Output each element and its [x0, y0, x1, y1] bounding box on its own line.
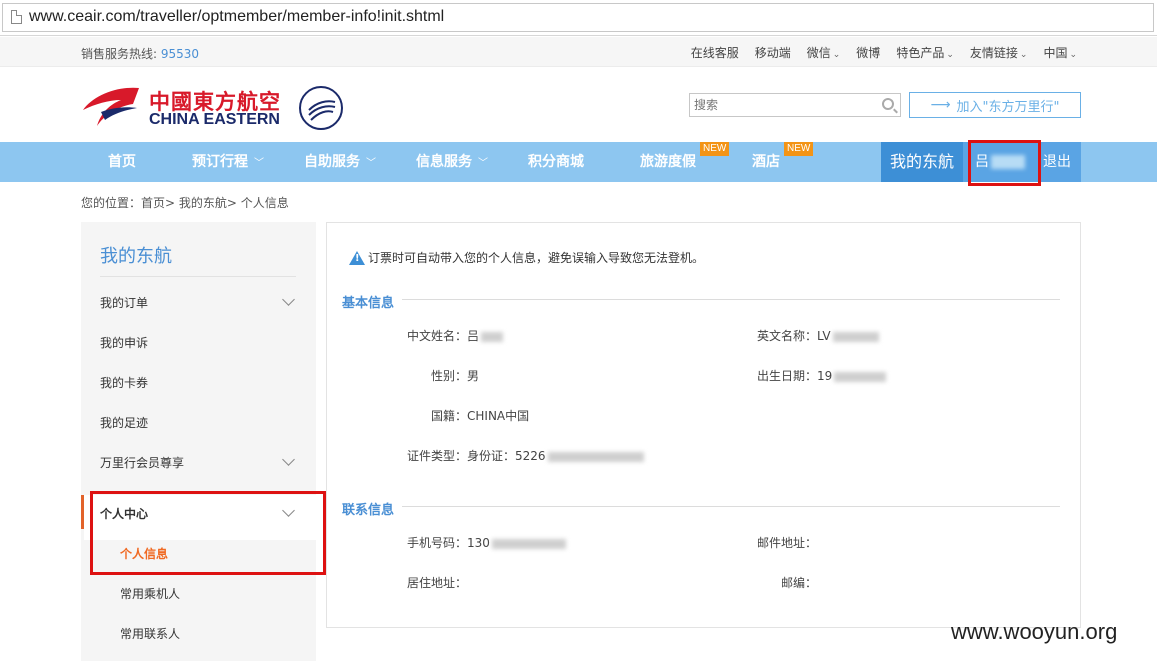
nav-home[interactable]: 首页 [108, 142, 136, 182]
new-badge: NEW [784, 142, 814, 156]
url-text[interactable]: www.ceair.com/traveller/optmember/member… [29, 8, 444, 26]
new-badge: NEW [700, 142, 730, 156]
hotline-label: 销售服务热线: [81, 47, 158, 61]
field-id-document: 证件类型：身份证：5226 [407, 447, 644, 464]
redacted-text [832, 331, 879, 342]
sidebar-item-orders[interactable]: 我的订单 [100, 294, 148, 311]
sidebar-title: 我的东航 [100, 246, 172, 267]
logout-link[interactable]: 退出 [1043, 142, 1071, 182]
link-weibo[interactable]: 微博 [856, 44, 880, 61]
field-mobile: 手机号码：130 [407, 534, 566, 551]
chevron-down-icon: ⌄ [946, 50, 954, 60]
field-address: 居住地址： [407, 576, 468, 590]
logo-text-en: CHINA EASTERN [149, 111, 280, 128]
nav-hotel[interactable]: 酒店 [752, 142, 780, 182]
highlight-box [90, 491, 326, 575]
chevron-down-icon: ⌄ [1069, 50, 1077, 60]
link-featured-products[interactable]: 特色产品 ⌄ [896, 44, 954, 61]
warning-icon [349, 250, 365, 265]
hotline: 销售服务热线: 95530 [81, 45, 199, 62]
chevron-down-icon: ﹀ [478, 158, 488, 169]
notice: 订票时可自动带入您的个人信息，避免误输入导致您无法登机。 [349, 249, 704, 266]
search-box [689, 93, 901, 117]
sidebar-item-member-benefits[interactable]: 万里行会员尊享 [100, 454, 184, 471]
nav-points-mall[interactable]: 积分商城 [528, 142, 584, 182]
sidebar-subitem-passengers[interactable]: 常用乘机人 [120, 585, 180, 602]
breadcrumb: 您的位置：首页> 我的东航> 个人信息 [81, 196, 289, 210]
browser-address-bar: www.ceair.com/traveller/optmember/member… [0, 0, 1157, 36]
redacted-text [481, 331, 504, 342]
chevron-down-icon: ﹀ [366, 158, 376, 169]
nav-my-eastern[interactable]: 我的东航 [881, 142, 963, 182]
url-field[interactable]: www.ceair.com/traveller/optmember/member… [2, 3, 1154, 32]
search-icon[interactable] [882, 98, 894, 110]
link-region[interactable]: 中国 ⌄ [1043, 44, 1077, 61]
link-wechat[interactable]: 微信 ⌄ [807, 44, 841, 61]
top-utility-bar: 销售服务热线: 95530 在线客服 移动端 微信 ⌄ 微博 特色产品 ⌄ 友情链接… [0, 37, 1157, 67]
join-program-button[interactable]: ⟶ 加入"东方万里行" [909, 92, 1081, 118]
redacted-text [547, 451, 644, 462]
field-nationality: 国籍：CHINA中国 [431, 409, 530, 423]
arrow-right-icon: ⟶ [930, 97, 951, 113]
link-online-service[interactable]: 在线客服 [691, 44, 739, 61]
site-header: 中國東方航空 CHINA EASTERN ⟶ 加入"东方万里行" [0, 68, 1157, 142]
search-input[interactable] [694, 97, 874, 113]
divider [100, 276, 296, 277]
sidebar-item-footprints[interactable]: 我的足迹 [100, 414, 148, 431]
swallow-logo-icon [83, 87, 139, 126]
skyteam-logo-icon [299, 86, 343, 130]
chevron-down-icon: ⌄ [832, 50, 841, 60]
divider [402, 506, 1060, 507]
section-title-basic: 基本信息 [342, 296, 395, 311]
highlight-box [968, 140, 1041, 186]
sidebar: 我的东航 我的订单 我的申诉 我的卡券 我的足迹 万里行会员尊享 个人中心 个人… [81, 222, 316, 661]
redacted-text [491, 538, 566, 549]
field-cn-name: 中文姓名：吕 [407, 327, 504, 344]
nav-self-service[interactable]: 自助服务 ﹀ [304, 142, 376, 182]
notice-text: 订票时可自动带入您的个人信息，避免误输入导致您无法登机。 [368, 251, 705, 265]
top-links: 在线客服 移动端 微信 ⌄ 微博 特色产品 ⌄ 友情链接 ⌄ 中国 ⌄ [691, 44, 1077, 61]
nav-travel[interactable]: 旅游度假 [640, 142, 696, 182]
join-button-label: 加入"东方万里行" [956, 99, 1060, 115]
page-icon [11, 10, 22, 24]
field-en-name: 英文名称：LV [757, 327, 879, 344]
section-title-contact: 联系信息 [342, 503, 395, 518]
china-eastern-logo[interactable]: 中國東方航空 CHINA EASTERN [81, 82, 346, 132]
field-zip: 邮编： [781, 576, 818, 590]
sidebar-subitem-contacts[interactable]: 常用联系人 [120, 625, 180, 642]
nav-info-service[interactable]: 信息服务 ﹀ [416, 142, 488, 182]
divider [402, 299, 1060, 300]
hotline-number[interactable]: 95530 [161, 47, 199, 61]
link-friend-links[interactable]: 友情链接 ⌄ [970, 44, 1028, 61]
chevron-down-icon: ⌄ [1019, 50, 1028, 60]
sidebar-item-complaints[interactable]: 我的申诉 [100, 334, 148, 351]
field-email: 邮件地址： [757, 536, 818, 550]
sidebar-item-coupons[interactable]: 我的卡券 [100, 374, 148, 391]
field-gender: 性别：男 [431, 369, 480, 383]
link-mobile[interactable]: 移动端 [755, 44, 791, 61]
chevron-down-icon: ﹀ [254, 158, 264, 169]
chevron-down-icon[interactable] [282, 293, 295, 306]
chevron-down-icon[interactable] [282, 453, 295, 466]
redacted-text [834, 371, 887, 382]
sidebar-active-indicator [81, 495, 84, 529]
personal-info-panel: 订票时可自动带入您的个人信息，避免误输入导致您无法登机。 基本信息 中文姓名：吕… [326, 222, 1081, 628]
watermark: www.wooyun.org [951, 619, 1118, 644]
nav-booking[interactable]: 预订行程 ﹀ [192, 142, 264, 182]
field-birthdate: 出生日期：19 [757, 367, 887, 384]
